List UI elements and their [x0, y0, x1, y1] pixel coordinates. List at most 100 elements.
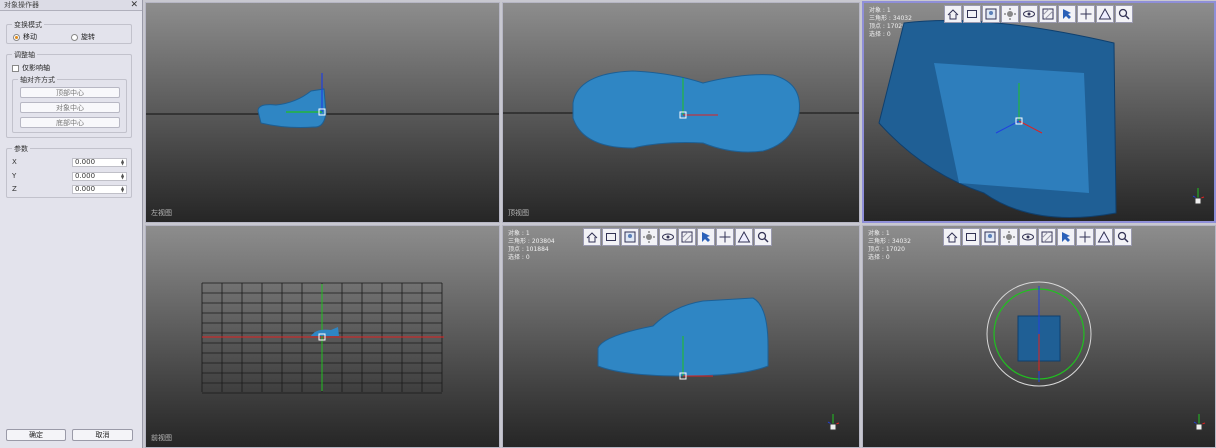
move-arrows-icon	[1080, 8, 1092, 20]
light-button[interactable]	[640, 228, 658, 246]
radio-rotate[interactable]: 旋转	[71, 32, 95, 42]
radio-move[interactable]: 移动	[13, 32, 37, 42]
cancel-button[interactable]: 取消	[72, 429, 133, 441]
viewport-toolbar	[943, 228, 1132, 246]
material-button[interactable]	[982, 5, 1000, 23]
move-arrows-button[interactable]	[1076, 228, 1094, 246]
box-inner	[934, 63, 1089, 193]
top-center-button[interactable]: 顶部中心	[20, 87, 120, 98]
frame-button[interactable]	[602, 228, 620, 246]
axis-gizmo-icon	[1190, 185, 1206, 205]
axis-align-title: 轴对齐方式	[18, 75, 57, 85]
frame-icon	[606, 233, 616, 241]
light-icon	[1004, 8, 1016, 20]
eye-button[interactable]	[1019, 228, 1037, 246]
light-button[interactable]	[1000, 228, 1018, 246]
panel-title: 对象操作器	[4, 1, 39, 9]
radio-move-indicator[interactable]	[13, 33, 20, 41]
frame-icon	[967, 10, 977, 18]
viewport-left-view[interactable]: 左视图	[145, 2, 500, 223]
mesh-triangle-icon	[1097, 230, 1111, 243]
viewport-scene	[986, 281, 1092, 387]
radio-move-label: 移动	[23, 33, 37, 41]
zoom-search-button[interactable]	[754, 228, 772, 246]
spin-arrows-icon[interactable]: ▲ ▼	[120, 172, 125, 180]
viewport-label: 左视图	[151, 209, 172, 217]
select-cursor-icon	[702, 232, 710, 242]
param-z-label: Z	[12, 185, 17, 193]
light-button[interactable]	[1001, 5, 1019, 23]
param-x-value: 0.000	[75, 158, 96, 166]
home-button[interactable]	[943, 228, 961, 246]
viewport-scene	[503, 70, 859, 153]
checkbox-box[interactable]	[12, 64, 19, 72]
ok-button[interactable]: 确定	[6, 429, 66, 441]
light-icon	[643, 231, 655, 243]
eye-button[interactable]	[659, 228, 677, 246]
zoom-search-icon	[757, 231, 769, 243]
axis-gizmo-icon	[825, 411, 841, 431]
select-cursor-icon	[1062, 232, 1070, 242]
panel-title-bar: 对象操作器 ✕	[0, 0, 142, 11]
viewport-scene	[597, 297, 769, 380]
material-button[interactable]	[981, 228, 999, 246]
eye-icon	[1023, 10, 1035, 18]
texture-icon	[1041, 231, 1053, 243]
mesh-triangle-icon	[1098, 7, 1112, 20]
object-center-button[interactable]: 对象中心	[20, 102, 120, 113]
viewport-perspective-top-right[interactable]: 对象 : 1 三角形 : 34032 顶点 : 17020 选择 : 0	[862, 1, 1216, 223]
select-cursor-button[interactable]	[697, 228, 715, 246]
spin-arrows-icon[interactable]: ▲ ▼	[120, 185, 125, 193]
axis-gizmo-icon	[1191, 411, 1207, 431]
eye-icon	[662, 233, 674, 241]
eye-button[interactable]	[1020, 5, 1038, 23]
params-title: 参数	[12, 144, 30, 154]
material-button[interactable]	[621, 228, 639, 246]
checkbox-label: 仅影响轴	[22, 64, 50, 72]
viewport-label: 顶视图	[508, 209, 529, 217]
home-button[interactable]	[583, 228, 601, 246]
affect-axis-only-checkbox[interactable]: 仅影响轴	[12, 63, 50, 73]
material-icon	[984, 231, 996, 243]
transform-mode-title: 变换模式	[12, 20, 44, 30]
move-arrows-button[interactable]	[716, 228, 734, 246]
mesh-triangle-button[interactable]	[1095, 228, 1113, 246]
param-row-y: Y 0.000 ▲ ▼	[12, 171, 127, 181]
select-cursor-icon	[1063, 9, 1071, 19]
viewport-front-view[interactable]: 前视图	[145, 225, 500, 448]
select-cursor-button[interactable]	[1057, 228, 1075, 246]
home-button[interactable]	[944, 5, 962, 23]
viewport-toolbar	[944, 5, 1133, 23]
param-y-spinbox[interactable]: 0.000 ▲ ▼	[72, 171, 127, 181]
param-z-spinbox[interactable]: 0.000 ▲ ▼	[72, 184, 127, 194]
texture-icon	[1042, 8, 1054, 20]
viewport-scene	[878, 20, 1117, 218]
frame-button[interactable]	[963, 5, 981, 23]
select-cursor-button[interactable]	[1058, 5, 1076, 23]
spin-arrows-icon[interactable]: ▲ ▼	[120, 158, 125, 166]
viewport-toolbar	[583, 228, 772, 246]
zoom-search-button[interactable]	[1114, 228, 1132, 246]
light-icon	[1003, 231, 1015, 243]
radio-rotate-indicator[interactable]	[71, 33, 78, 41]
texture-button[interactable]	[1039, 5, 1057, 23]
bottom-center-button[interactable]: 底部中心	[20, 117, 120, 128]
viewport-perspective-bottom-middle[interactable]: 对象 : 1 三角形 : 203804 顶点 : 101884 选择 : 0	[502, 225, 860, 448]
mesh-triangle-button[interactable]	[735, 228, 753, 246]
zoom-search-button[interactable]	[1115, 5, 1133, 23]
zoom-search-icon	[1117, 231, 1129, 243]
home-icon	[586, 232, 598, 243]
texture-button[interactable]	[678, 228, 696, 246]
frame-icon	[966, 233, 976, 241]
param-x-spinbox[interactable]: 0.000 ▲ ▼	[72, 157, 127, 167]
adjust-axis-title: 调整轴	[12, 50, 37, 60]
material-icon	[985, 8, 997, 20]
viewport-top-view[interactable]: 顶视图	[502, 2, 860, 223]
texture-button[interactable]	[1038, 228, 1056, 246]
viewport-perspective-bottom-right[interactable]: 对象 : 1 三角形 : 34032 顶点 : 17020 选择 : 0	[862, 225, 1216, 448]
mesh-triangle-button[interactable]	[1096, 5, 1114, 23]
frame-button[interactable]	[962, 228, 980, 246]
move-arrows-button[interactable]	[1077, 5, 1095, 23]
close-icon[interactable]: ✕	[130, 0, 138, 10]
mesh-triangle-icon	[737, 230, 751, 243]
